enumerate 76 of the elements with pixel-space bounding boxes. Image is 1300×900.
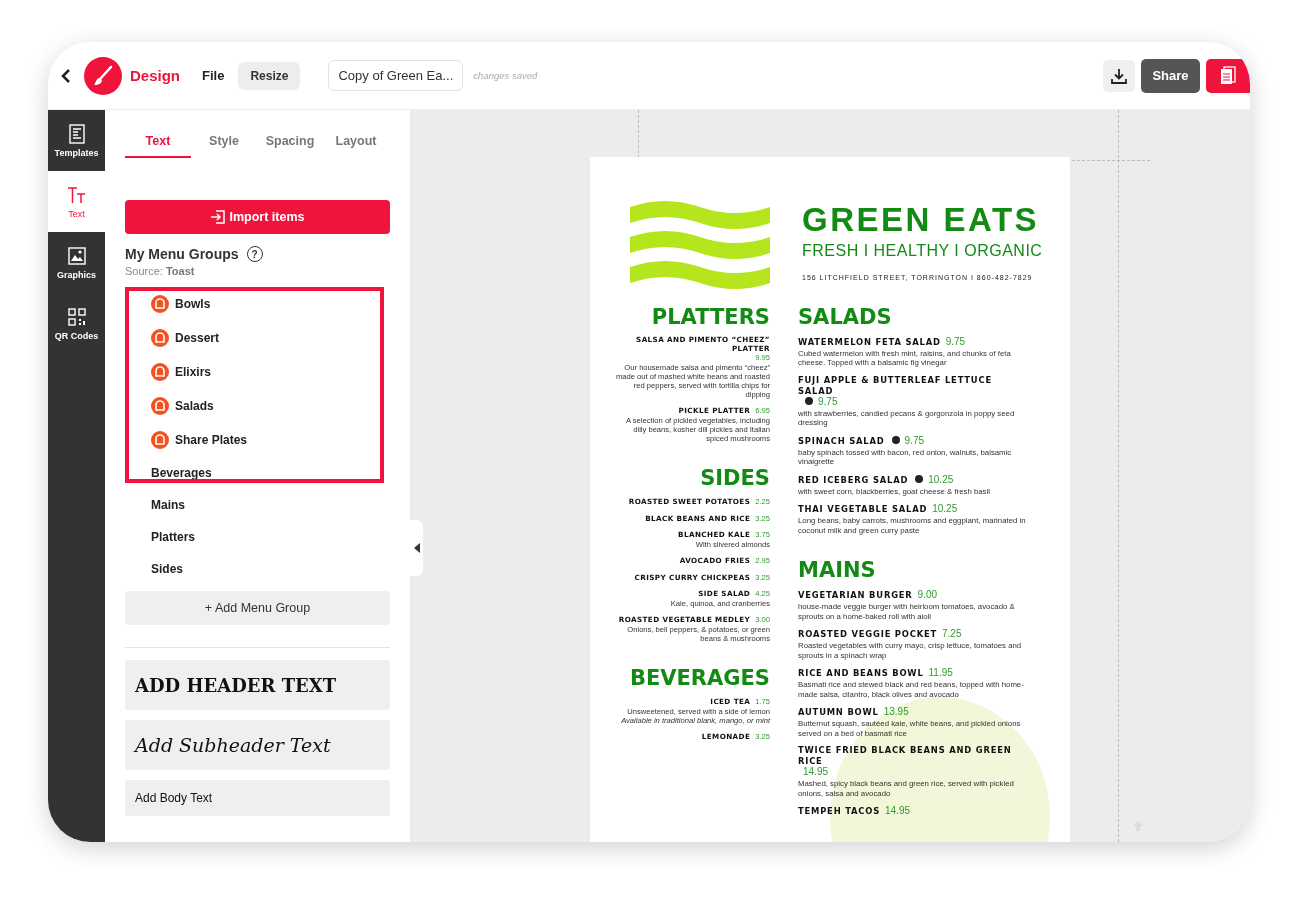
linked-group-icon (151, 329, 169, 347)
tagline: FRESH I HEALTHY I ORGANIC (802, 242, 1043, 260)
item-name: RICE AND BEANS BOWL (798, 668, 924, 679)
item-price: 9.00 (917, 589, 938, 602)
download-button[interactable] (1103, 59, 1135, 92)
menu-group-item[interactable]: Mains (125, 489, 390, 521)
item-name: VEGETARIAN BURGER (798, 590, 913, 601)
download-icon (1110, 66, 1128, 85)
brush-logo-icon (84, 56, 122, 95)
panel-tab[interactable]: Spacing (257, 130, 323, 158)
document-title-field[interactable]: Copy of Green Ea... (328, 60, 464, 91)
menu-group-item[interactable]: Dessert (125, 321, 390, 355)
panel-tab[interactable]: Layout (323, 130, 389, 158)
sidebar-tab[interactable]: Graphics (48, 232, 105, 293)
item-name: TEMPEH TACOS (798, 806, 880, 817)
restaurant-name: GREEN EATS (802, 203, 1041, 236)
item-price: 11.95 (928, 667, 953, 680)
linked-group-icon (151, 295, 169, 313)
image-icon (66, 245, 87, 266)
linked-group-icon (151, 431, 169, 449)
panel-tab[interactable]: Style (191, 130, 257, 158)
qr-code-icon (66, 306, 87, 327)
menu-group-item[interactable]: Share Plates (125, 423, 390, 457)
source-label: Source: Toast (125, 265, 196, 277)
item-price: 10.25 (932, 503, 958, 516)
back-icon[interactable] (60, 67, 72, 84)
item-name: AUTUMN BOWL (798, 707, 879, 718)
section-heading: SALADS (798, 305, 893, 331)
menu-group-item[interactable]: Platters (125, 521, 390, 553)
document-icon (66, 123, 87, 144)
linked-group-icon (151, 397, 169, 415)
panel-tab[interactable]: Text (125, 130, 191, 158)
section-heading: BEVERAGES (628, 666, 770, 692)
item-price: 9.75 (945, 336, 966, 349)
item-price: 14.95 (885, 805, 911, 818)
item-name: TWICE FRIED BLACK BEANS AND GREEN RICE (798, 745, 1013, 767)
menu-group-item[interactable]: Salads (125, 389, 390, 423)
import-items-button[interactable]: Import items (125, 200, 390, 234)
import-icon (210, 210, 227, 224)
item-price: 13.95 (883, 706, 909, 719)
subheader-text-preset[interactable]: Add Subheader Text (125, 720, 390, 770)
document-icon (1219, 65, 1237, 86)
item-price: 9.75 (818, 396, 838, 409)
menu-group-item[interactable]: Sides (125, 553, 390, 585)
item-name: ROASTED VEGGIE POCKET (798, 629, 937, 640)
item-name: SPINACH SALAD (798, 436, 885, 447)
section-heading: MAINS (798, 558, 877, 584)
item-name: THAI VEGETABLE SALAD (798, 504, 928, 515)
sidebar-tab[interactable]: QR Codes (48, 293, 105, 354)
caret-icon (413, 543, 420, 553)
item-name: FUJI APPLE & BUTTERLEAF LETTUCE SALAD (798, 375, 993, 397)
save-status: changes saved (473, 70, 538, 81)
item-price: 14.95 (803, 766, 829, 779)
item-name: WATERMELON FETA SALAD (798, 337, 941, 348)
text-icon (66, 184, 87, 205)
menu-group-item[interactable]: Beverages (125, 457, 390, 489)
share-button[interactable]: Share (1141, 58, 1200, 93)
sidebar-tab[interactable]: Templates (48, 110, 105, 171)
file-menu[interactable]: File (198, 68, 229, 83)
section-title: My Menu Groups (125, 246, 239, 262)
item-price: 7.25 (942, 628, 962, 641)
item-name: RED ICEBERG SALAD (798, 475, 909, 486)
section-heading: SIDES (699, 466, 770, 492)
linked-group-icon (151, 363, 169, 381)
sidebar-tab[interactable]: Text (48, 171, 105, 232)
resize-button[interactable]: Resize (238, 61, 301, 90)
section-heading: PLATTERS (650, 305, 770, 331)
item-price: 9.75 (904, 435, 924, 448)
body-text-preset[interactable]: Add Body Text (125, 780, 390, 816)
app-name: Design (130, 67, 180, 84)
collapse-panel-button[interactable] (410, 520, 423, 576)
menu-group-item[interactable]: Bowls (125, 287, 390, 321)
menu-group-item[interactable]: Elixirs (125, 355, 390, 389)
header-text-preset[interactable]: ADD HEADER TEXT (125, 660, 390, 710)
add-menu-group-button[interactable]: + Add Menu Group (125, 591, 390, 625)
item-price: 10.25 (928, 474, 954, 487)
